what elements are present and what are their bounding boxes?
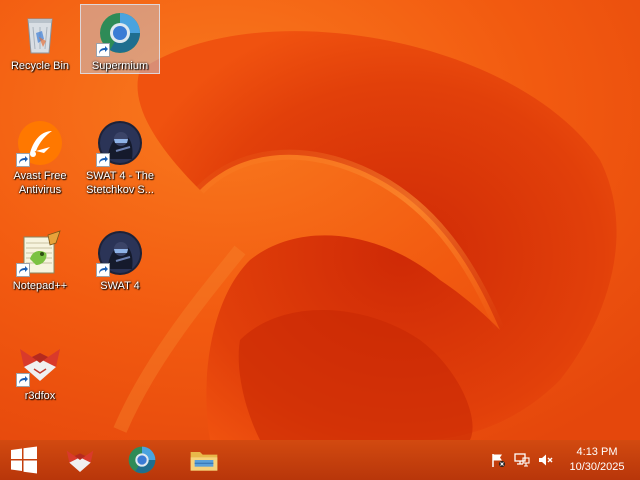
taskbar-clock[interactable]: 4:13 PM 10/30/2025 xyxy=(562,445,632,475)
taskbar-app-r3dfox[interactable] xyxy=(50,440,110,480)
desktop-icon-label: Avast Free Antivirus xyxy=(13,170,67,196)
desktop-icon-label: r3dfox xyxy=(24,390,56,402)
shortcut-arrow-icon xyxy=(16,373,30,387)
clock-time: 4:13 PM xyxy=(576,446,618,458)
desktop-icon-label: Notepad++ xyxy=(12,280,68,292)
desktop-icon-label: Supermium xyxy=(91,60,149,72)
clock-date: 10/30/2025 xyxy=(569,461,625,473)
start-button[interactable] xyxy=(0,440,48,480)
shortcut-arrow-icon xyxy=(16,153,30,167)
desktop-icon-label: Recycle Bin xyxy=(10,60,70,72)
windows-logo-icon xyxy=(11,446,37,474)
desktop-icon-recycle-bin[interactable]: Recycle Bin xyxy=(0,4,80,74)
recycle-bin-icon xyxy=(27,18,53,54)
folder-icon xyxy=(190,452,218,471)
desktop-icon-label: SWAT 4 - The Stetchkov S... xyxy=(85,170,155,196)
taskbar-app-supermium[interactable] xyxy=(112,440,172,480)
r3dfox-icon xyxy=(66,450,94,472)
desktop[interactable]: Recycle Bin Supermium Avast Free Antivir… xyxy=(0,0,640,440)
taskbar-app-file-explorer[interactable] xyxy=(174,440,234,480)
network-icon xyxy=(514,453,530,467)
flag-icon xyxy=(492,454,505,467)
desktop-icon-r3dfox[interactable]: r3dfox xyxy=(0,334,80,404)
desktop-icon-supermium[interactable]: Supermium xyxy=(80,4,160,74)
desktop-icon-label: SWAT 4 xyxy=(100,280,140,292)
desktop-icon-swat4-stetchkov[interactable]: SWAT 4 - The Stetchkov S... xyxy=(80,114,160,198)
tray-action-center[interactable] xyxy=(490,452,506,468)
tray-network[interactable] xyxy=(514,452,530,468)
taskbar: 4:13 PM 10/30/2025 xyxy=(0,440,640,480)
desktop-icon-avast-free-antivirus[interactable]: Avast Free Antivirus xyxy=(0,114,80,198)
desktop-icon-swat4[interactable]: SWAT 4 xyxy=(80,224,160,294)
shortcut-arrow-icon xyxy=(96,153,110,167)
tray-volume[interactable] xyxy=(538,452,554,468)
shortcut-arrow-icon xyxy=(96,263,110,277)
speaker-muted-icon xyxy=(539,454,553,466)
desktop-icon-notepadplusplus[interactable]: Notepad++ xyxy=(0,224,80,294)
supermium-icon xyxy=(128,446,156,474)
shortcut-arrow-icon xyxy=(16,263,30,277)
shortcut-arrow-icon xyxy=(96,43,110,57)
